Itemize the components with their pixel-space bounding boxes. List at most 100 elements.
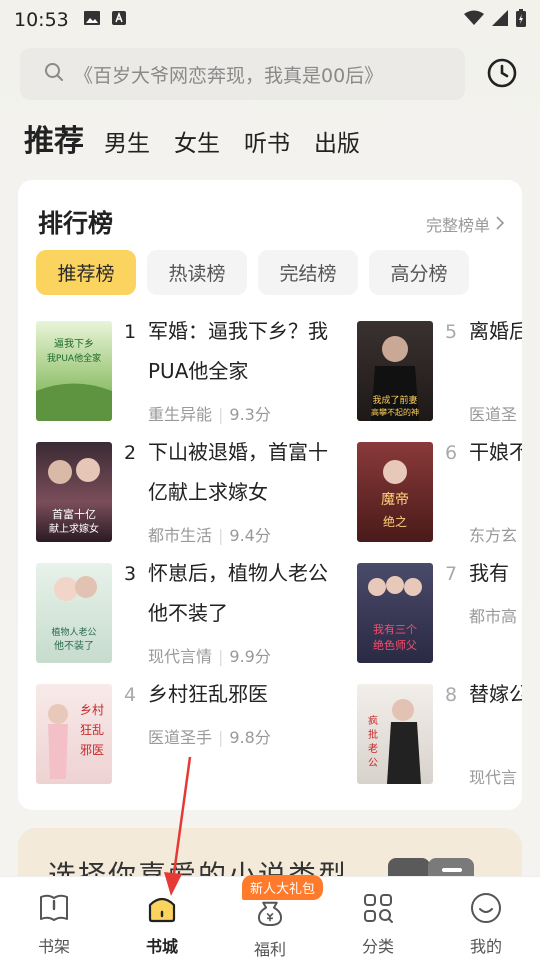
nav-bookstore[interactable]: 书城 [108,877,216,960]
rank-tab-completed[interactable]: 完结榜 [258,250,358,295]
book-cover[interactable]: 我成了前妻 高攀不起的神 [357,321,433,421]
book-title: 怀崽后，植物人老公他不装了 [148,561,328,625]
gift-badge: 新人大礼包 [242,875,324,900]
book-meta: 现代言 [469,764,517,788]
nav-bookshelf[interactable]: 书架 [0,877,108,960]
book-rank: 4 [124,684,137,706]
home-icon [148,897,176,923]
ranking-card: 排行榜 完整榜单 推荐榜 热读榜 完结榜 高分榜 逼我下乡我PUA他全家 1 军… [18,180,522,810]
history-button[interactable] [486,57,518,89]
book-item[interactable]: 我成了前妻高攀不起的神 5 离婚后妻高攀 医道圣 [357,319,522,424]
book-cover[interactable]: 植物人老公 他不装了 [36,563,112,663]
nav-label: 书城 [145,937,178,956]
status-right-group [464,9,526,31]
svg-text:疯: 疯 [368,714,378,727]
book-meta: 都市生活 | 9.4分 [148,526,271,545]
book-item[interactable]: 植物人老公 他不装了 3 怀崽后，植物人老公他不装了 现代言情 | 9.9分 [36,561,336,666]
book-cover[interactable]: 逼我下乡我PUA他全家 [36,321,112,421]
book-meta: 医道圣手 | 9.8分 [148,728,271,747]
status-time: 10:53 [14,9,69,31]
wifi-icon [464,10,484,30]
nav-label: 我的 [469,937,502,956]
book-item[interactable]: 疯批老公 8 替嫁公请 现代言 [357,682,522,787]
book-cover[interactable]: 乡村 狂乱 邪医 [36,684,112,784]
nav-label: 福利 [253,940,286,959]
svg-text:批: 批 [368,728,378,741]
book-title: 我有 [469,561,509,585]
search-icon [44,62,64,87]
book-rank: 3 [124,563,137,585]
nav-rewards[interactable]: 新人大礼包 福利 [216,875,324,960]
book-category: 医道圣 [469,405,518,424]
channel-tab-male[interactable]: 男生 [104,124,150,158]
search-bar[interactable]: 《百岁大爷网恋奔现，我真是00后》 [20,48,465,100]
book-score: 9.9分 [229,647,271,666]
ranking-title: 排行榜 [38,209,114,238]
search-placeholder: 《百岁大爷网恋奔现，我真是00后》 [74,64,384,87]
channel-tab-female[interactable]: 女生 [174,124,220,158]
book-title: 军婚：逼我下乡？我PUA他全家 [148,319,328,383]
book-item[interactable]: 魔帝绝之 6 干娘不知 东方玄 [357,440,522,545]
battery-icon [516,9,526,31]
book-rank: 7 [445,563,458,585]
categories-grid-icon [364,894,393,923]
nav-profile[interactable]: 我的 [432,877,540,960]
full-list-link[interactable]: 完整榜单 [426,212,505,236]
svg-text:老: 老 [368,742,378,755]
book-item[interactable]: 逼我下乡我PUA他全家 1 军婚：逼我下乡？我PUA他全家 重生异能 | 9.3分 [36,319,336,424]
rank-tab-top-rated[interactable]: 高分榜 [369,250,469,295]
nav-categories[interactable]: 分类 [324,877,432,960]
book-item[interactable]: 首富十亿 献上求嫁女 2 下山被退婚，首富十亿献上求嫁女 都市生活 | 9.4分 [36,440,336,545]
book-category: 东方玄 [469,526,518,545]
book-cover[interactable]: 首富十亿 献上求嫁女 [36,442,112,542]
svg-text:狂乱: 狂乱 [80,723,104,737]
book-score: 9.4分 [229,526,271,545]
book-rank: 6 [445,442,458,464]
book-category: 都市高 [469,607,518,626]
bottom-nav: 书架 书城 新人大礼包 福利 分类 我的 [0,875,540,960]
rank-tab-recommend[interactable]: 推荐榜 [36,250,136,295]
book-rank: 5 [445,321,458,343]
book-meta: 重生异能 | 9.3分 [148,405,271,424]
svg-text:逼我下乡: 逼我下乡 [54,338,94,350]
chevron-right-icon [496,215,505,234]
book-score: 9.3分 [229,405,271,424]
bookshelf-icon [40,894,68,921]
book-item[interactable]: 我有三个 绝色师父 7 我有 都市高 [357,561,522,663]
app-notification-icon [111,10,127,30]
book-meta: 东方玄 [469,522,517,546]
book-title: 替嫁公请 [469,682,522,706]
channel-tab-recommend[interactable]: 推荐 [24,116,84,160]
book-rank: 1 [124,321,137,343]
svg-text:高攀不起的神: 高攀不起的神 [371,407,419,417]
rank-tab-hot[interactable]: 热读榜 [147,250,247,295]
book-item[interactable]: 乡村 狂乱 邪医 4 乡村狂乱邪医 医道圣手 | 9.8分 [36,682,336,784]
svg-text:我PUA他全家: 我PUA他全家 [47,352,101,364]
svg-text:绝色师父: 绝色师父 [373,638,417,652]
book-category: 都市生活 [148,526,213,545]
svg-text:乡村: 乡村 [80,703,104,717]
nav-label: 分类 [361,937,394,956]
book-category: 医道圣手 [148,728,213,747]
signal-icon [492,10,508,30]
svg-text:绝之: 绝之 [383,514,407,529]
svg-text:邪医: 邪医 [80,743,104,757]
book-category: 现代言情 [148,647,213,666]
book-cover[interactable]: 疯批老公 [357,684,433,784]
channel-tab-audio[interactable]: 听书 [244,124,290,158]
book-title: 离婚后妻高攀 [469,319,522,343]
book-cover[interactable]: 魔帝 绝之 [357,442,433,542]
book-meta: 医道圣 [469,401,517,425]
channel-tab-publish[interactable]: 出版 [314,124,360,158]
ranking-tabs: 推荐榜 热读榜 完结榜 高分榜 [36,250,480,295]
svg-text:他不装了: 他不装了 [54,639,94,652]
svg-text:魔帝: 魔帝 [381,492,409,508]
nav-label: 书架 [37,937,70,956]
svg-text:我成了前妻: 我成了前妻 [372,394,417,406]
book-rank: 8 [445,684,458,706]
clock-icon [487,58,517,88]
book-cover[interactable]: 我有三个 绝色师父 [357,563,433,663]
book-meta: 都市高 [469,603,517,627]
book-title: 干娘不知 [469,440,522,464]
image-notification-icon [83,10,101,30]
